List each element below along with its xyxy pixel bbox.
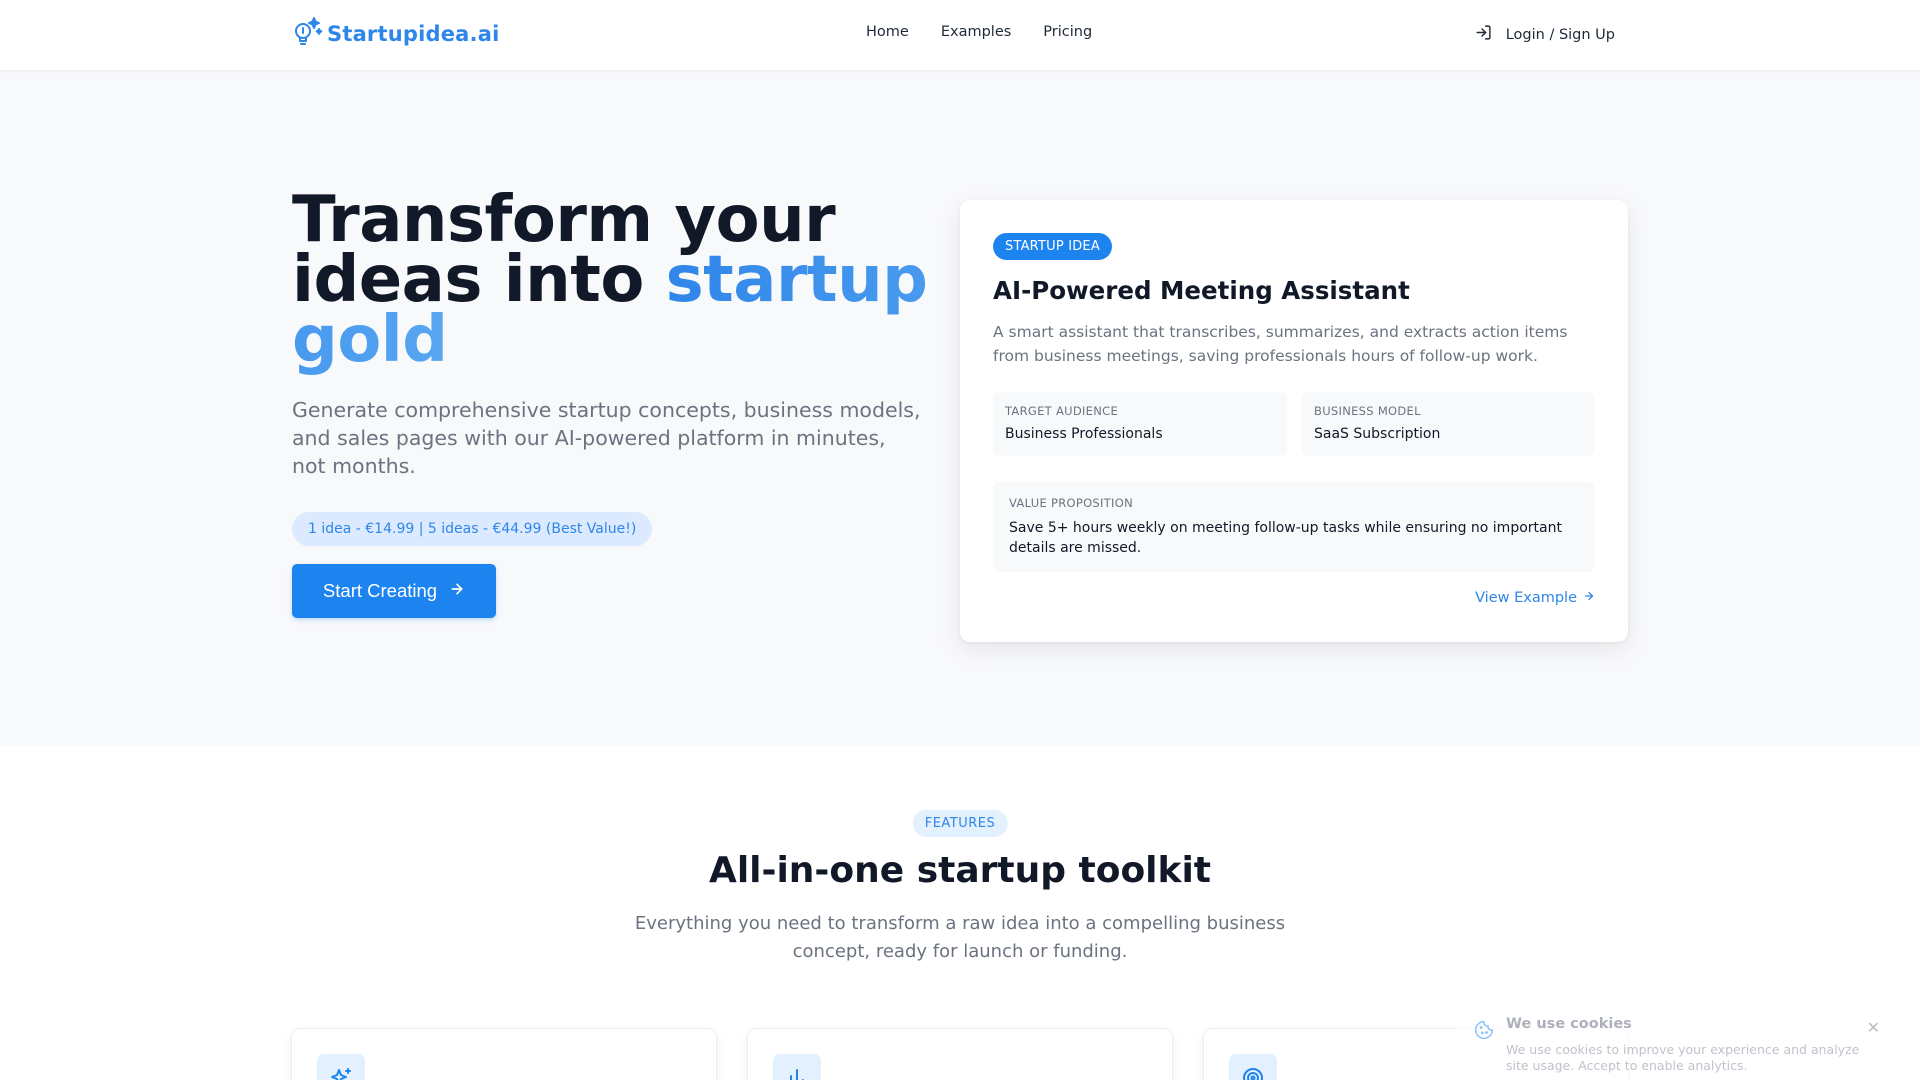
target-icon (1229, 1054, 1277, 1080)
cookie-title: We use cookies (1506, 1016, 1632, 1032)
features-subtitle: Everything you need to transform a raw i… (634, 913, 1286, 962)
business-model-label: BUSINESS MODEL (1314, 404, 1421, 418)
nav-link-home[interactable]: Home (866, 24, 909, 40)
view-example-label: View Example (1475, 590, 1577, 606)
cookie-banner: We use cookies We use cookies to improve… (1456, 1004, 1896, 1080)
start-creating-label: Start Creating (322, 580, 438, 601)
lightbulb-logo-icon (292, 15, 324, 53)
login-icon (1475, 24, 1492, 45)
login-signup-button[interactable]: Login / Sign Up (1475, 24, 1615, 45)
bar-chart-icon (773, 1054, 821, 1080)
idea-description: A smart assistant that transcribes, summ… (993, 323, 1568, 365)
nav-link-pricing[interactable]: Pricing (1043, 24, 1092, 40)
hero-section: Transform your ideas into startup gold G… (0, 70, 1920, 746)
nav-link-examples[interactable]: Examples (941, 24, 1011, 40)
main-nav: Home Examples Pricing (866, 24, 1092, 40)
hero-title: Transform your ideas into startup gold (292, 188, 932, 372)
target-audience-label: TARGET AUDIENCE (1005, 404, 1119, 418)
value-proposition-value: Save 5+ hours weekly on meeting follow-u… (1009, 520, 1562, 556)
arrow-right-icon (1583, 590, 1595, 606)
features-pill: FEATURES (912, 810, 1008, 837)
target-audience-value: Business Professionals (1005, 426, 1163, 442)
pricing-pill: 1 idea - €14.99 | 5 ideas - €44.99 (Best… (292, 512, 653, 546)
startup-idea-badge: STARTUP IDEA (993, 233, 1112, 260)
value-proposition-label: VALUE PROPOSITION (1009, 496, 1133, 510)
top-navbar: Startupidea.ai Home Examples Pricing Log… (0, 0, 1920, 70)
logo[interactable]: Startupidea.ai (292, 15, 500, 53)
arrow-right-icon (449, 580, 465, 602)
start-creating-button[interactable]: Start Creating (292, 564, 496, 618)
close-icon[interactable]: ✕ (1867, 1018, 1880, 1037)
idea-title: AI-Powered Meeting Assistant (993, 276, 1410, 305)
logo-text: Startupidea.ai (327, 22, 500, 46)
feature-card (748, 1029, 1172, 1080)
cookie-text: We use cookies to improve your experienc… (1506, 1042, 1860, 1073)
business-model-box: BUSINESS MODEL SaaS Subscription (1302, 392, 1594, 456)
feature-card (292, 1029, 716, 1080)
sparkle-icon (317, 1054, 365, 1080)
cookie-icon (1474, 1020, 1494, 1040)
business-model-value: SaaS Subscription (1314, 426, 1441, 442)
startup-idea-card: STARTUP IDEA AI-Powered Meeting Assistan… (960, 200, 1628, 642)
value-proposition-box: VALUE PROPOSITION Save 5+ hours weekly o… (993, 482, 1594, 572)
view-example-link[interactable]: View Example (1475, 590, 1595, 606)
target-audience-box: TARGET AUDIENCE Business Professionals (993, 392, 1287, 456)
hero-subtitle: Generate comprehensive startup concepts,… (292, 398, 921, 478)
login-label: Login / Sign Up (1505, 26, 1615, 43)
features-title: All-in-one startup toolkit (708, 850, 1212, 891)
